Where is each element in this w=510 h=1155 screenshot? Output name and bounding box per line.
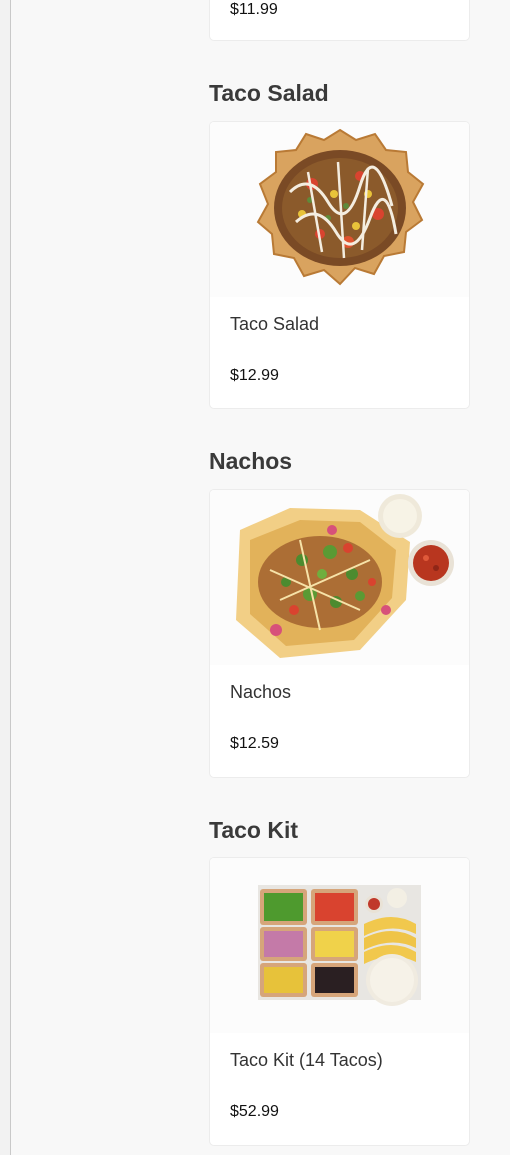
category-sidebar[interactable] xyxy=(0,0,11,1155)
section-title-taco-salad: Taco Salad xyxy=(209,80,329,106)
item-name: Taco Salad xyxy=(230,314,320,334)
menu-item-card[interactable]: $11.99 xyxy=(209,0,470,41)
section-title-taco-kit: Taco Kit xyxy=(209,817,299,843)
menu-page: $11.99 Taco Salad Taco Salad $12.99 Nach… xyxy=(0,0,510,1155)
item-price: $11.99 xyxy=(230,1,278,18)
item-price: $12.99 xyxy=(230,367,279,384)
menu-item-card-taco-salad[interactable]: Taco Salad $12.99 xyxy=(209,121,470,409)
item-price: $52.99 xyxy=(230,1103,279,1120)
menu-item-card-nachos[interactable]: Nachos $12.59 xyxy=(209,489,470,778)
section-title-nachos: Nachos xyxy=(209,448,293,474)
menu-item-card-taco-kit[interactable]: Taco Kit (14 Tacos) $52.99 xyxy=(209,857,470,1146)
item-price: $12.59 xyxy=(230,735,279,752)
item-name: Nachos xyxy=(230,682,292,702)
item-name: Taco Kit (14 Tacos) xyxy=(230,1050,383,1070)
taco-kit-image xyxy=(210,858,469,1033)
nachos-image xyxy=(210,490,469,665)
taco-salad-image xyxy=(210,122,469,297)
